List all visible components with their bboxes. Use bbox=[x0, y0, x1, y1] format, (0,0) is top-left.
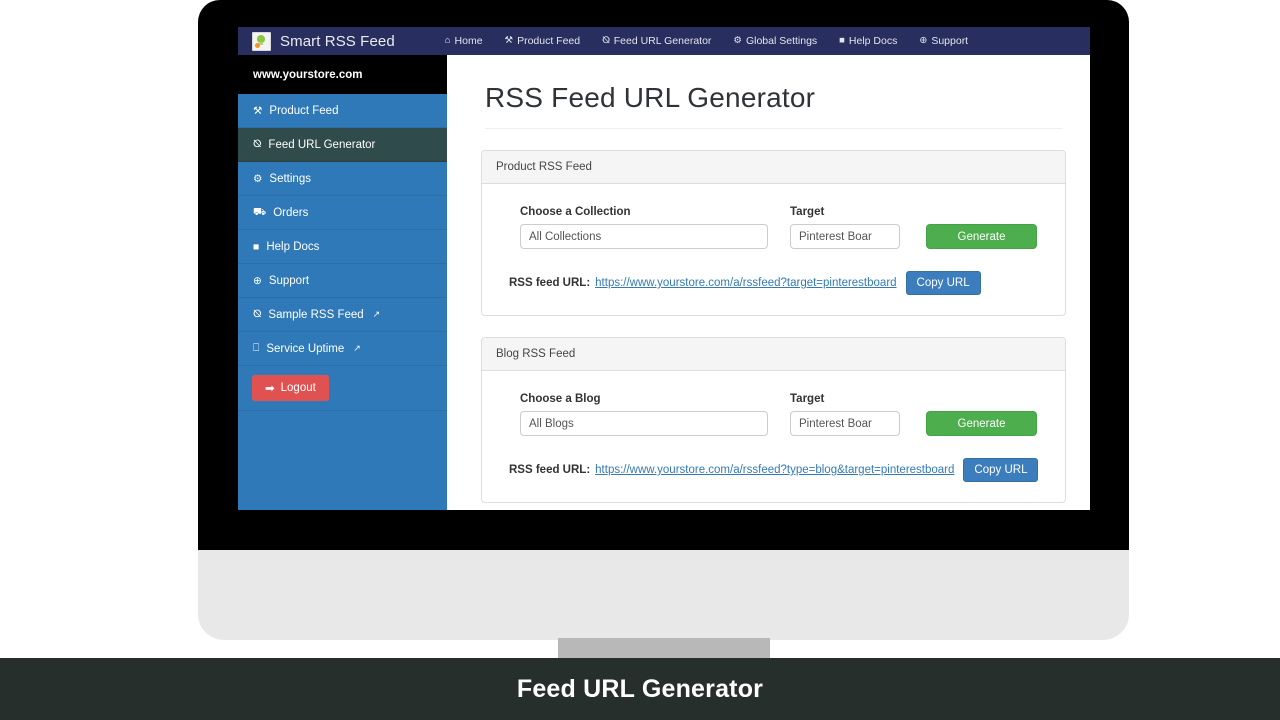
nav-link-product-feed[interactable]: ⚒ Product Feed bbox=[494, 35, 592, 47]
sidebar-item-orders[interactable]: ⛟ Orders bbox=[238, 196, 447, 230]
sidebar-item-label: Sample RSS Feed bbox=[268, 308, 364, 321]
nav-link-label: Support bbox=[931, 35, 969, 47]
main-content: RSS Feed URL Generator Product RSS Feed … bbox=[447, 55, 1090, 510]
gears-icon: ⚙ bbox=[253, 172, 263, 185]
sidebar-item-sample-rss-feed[interactable]: ⦰ Sample RSS Feed ↗ bbox=[238, 298, 447, 332]
wrench-icon: ⚒ bbox=[253, 104, 263, 117]
rss-icon: ⦰ bbox=[253, 138, 262, 150]
browser-viewport: Smart RSS Feed ⌂ Home ⚒ Product Feed ⦰ F… bbox=[238, 27, 1090, 510]
field-collection: Choose a Collection All Collections bbox=[520, 206, 768, 249]
page-title: RSS Feed URL Generator bbox=[485, 82, 816, 113]
sidebar-item-label: Settings bbox=[269, 172, 311, 185]
sidebar-item-help-docs[interactable]: ■ Help Docs bbox=[238, 230, 447, 264]
store-name: www.yourstore.com bbox=[253, 68, 363, 81]
sidebar-item-label: Product Feed bbox=[269, 104, 339, 117]
nav-link-feed-url-generator[interactable]: ⦰ Feed URL Generator bbox=[591, 35, 722, 47]
nav-link-global-settings[interactable]: ⚙ Global Settings bbox=[722, 35, 828, 47]
rss-feed-url-link[interactable]: https://www.yourstore.com/a/rssfeed?targ… bbox=[595, 277, 896, 289]
sidebar-item-service-uptime[interactable]: ⎕ Service Uptime ↗ bbox=[238, 332, 447, 366]
url-row: RSS feed URL: https://www.yourstore.com/… bbox=[482, 458, 1065, 482]
sidebar-item-label: Support bbox=[268, 274, 310, 287]
logout-label: Logout bbox=[280, 382, 316, 394]
nav-link-support[interactable]: ⊕ Support bbox=[908, 35, 979, 47]
sidebar-item-label: Help Docs bbox=[266, 240, 320, 253]
blog-select[interactable]: All Blogs bbox=[520, 411, 768, 436]
collection-label: Choose a Collection bbox=[520, 206, 631, 218]
rss-icon: ⦰ bbox=[602, 35, 610, 47]
monitor-stand bbox=[558, 638, 770, 660]
panel-heading: Blog RSS Feed bbox=[482, 338, 1065, 371]
monitor-base bbox=[198, 550, 1129, 640]
sidebar-item-label: Service Uptime bbox=[266, 342, 345, 355]
title-divider bbox=[485, 128, 1062, 129]
url-label: RSS feed URL: bbox=[509, 464, 591, 476]
lightbulb-logo-icon bbox=[252, 31, 271, 51]
brand[interactable]: Smart RSS Feed bbox=[252, 31, 395, 51]
lifering-icon: ⊕ bbox=[919, 35, 928, 47]
external-link-icon: ↗ bbox=[372, 309, 381, 319]
target-select[interactable]: Pinterest Boar bbox=[790, 224, 900, 249]
nav-link-home[interactable]: ⌂ Home bbox=[434, 35, 494, 47]
panel-heading: Product RSS Feed bbox=[482, 151, 1065, 184]
sidebar-item-settings[interactable]: ⚙ Settings bbox=[238, 162, 447, 196]
sidebar-item-label: Orders bbox=[273, 206, 309, 219]
generate-button[interactable]: Generate bbox=[926, 411, 1037, 436]
navbar-links: ⌂ Home ⚒ Product Feed ⦰ Feed URL Generat… bbox=[434, 35, 979, 47]
sidebar-logout-row: ➡ Logout bbox=[238, 366, 447, 411]
brand-title: Smart RSS Feed bbox=[280, 32, 395, 50]
panel-blog-rss-feed: Blog RSS Feed Choose a Blog All Blogs Ta… bbox=[481, 337, 1066, 503]
copy-url-button[interactable]: Copy URL bbox=[963, 458, 1039, 482]
sidebar-item-feed-url-generator[interactable]: ⦰ Feed URL Generator bbox=[238, 128, 447, 162]
form-row: Choose a Blog All Blogs Target Pinterest… bbox=[482, 393, 1065, 436]
form-row: Choose a Collection All Collections Targ… bbox=[482, 206, 1065, 249]
store-name-header: www.yourstore.com bbox=[238, 55, 447, 94]
caption-bar: Feed URL Generator bbox=[0, 658, 1280, 720]
screenshot-root: Smart RSS Feed ⌂ Home ⚒ Product Feed ⦰ F… bbox=[0, 0, 1280, 720]
lifering-icon: ⊕ bbox=[253, 274, 262, 287]
nav-link-label: Home bbox=[454, 35, 483, 47]
caption-text: Feed URL Generator bbox=[516, 674, 764, 703]
field-target: Target Pinterest Boar bbox=[790, 206, 900, 249]
target-label: Target bbox=[790, 206, 825, 218]
home-icon: ⌂ bbox=[444, 35, 451, 47]
rss-icon: ⦰ bbox=[253, 308, 262, 320]
gears-icon: ⚙ bbox=[733, 35, 742, 47]
panel-product-rss-feed: Product RSS Feed Choose a Collection All… bbox=[481, 150, 1066, 316]
url-label: RSS feed URL: bbox=[509, 277, 591, 289]
target-select[interactable]: Pinterest Boar bbox=[790, 411, 900, 436]
sidebar: www.yourstore.com ⚒ Product Feed ⦰ Feed … bbox=[238, 55, 447, 510]
copy-url-button[interactable]: Copy URL bbox=[905, 271, 981, 295]
field-blog: Choose a Blog All Blogs bbox=[520, 393, 768, 436]
generate-button[interactable]: Generate bbox=[926, 224, 1037, 249]
nav-link-help-docs[interactable]: ■ Help Docs bbox=[828, 35, 908, 47]
panel-body: Choose a Collection All Collections Targ… bbox=[482, 184, 1065, 315]
cart-icon: ⛟ bbox=[253, 205, 267, 218]
nav-link-label: Global Settings bbox=[745, 35, 818, 47]
collection-select[interactable]: All Collections bbox=[520, 224, 768, 249]
nav-link-label: Product Feed bbox=[517, 35, 581, 47]
field-target: Target Pinterest Boar bbox=[790, 393, 900, 436]
rss-feed-url-link[interactable]: https://www.yourstore.com/a/rssfeed?type… bbox=[595, 464, 954, 476]
url-row: RSS feed URL: https://www.yourstore.com/… bbox=[482, 271, 1065, 295]
sidebar-item-support[interactable]: ⊕ Support bbox=[238, 264, 447, 298]
nav-link-label: Feed URL Generator bbox=[613, 35, 712, 47]
wrench-icon: ⚒ bbox=[504, 35, 514, 47]
sidebar-item-product-feed[interactable]: ⚒ Product Feed bbox=[238, 94, 447, 128]
book-icon: ■ bbox=[839, 35, 845, 47]
logout-button[interactable]: ➡ Logout bbox=[252, 375, 329, 401]
monitor-icon: ⎕ bbox=[253, 342, 260, 354]
top-navbar: Smart RSS Feed ⌂ Home ⚒ Product Feed ⦰ F… bbox=[238, 27, 1090, 55]
sign-out-icon: ➡ bbox=[265, 383, 275, 395]
nav-link-label: Help Docs bbox=[848, 35, 898, 47]
blog-label: Choose a Blog bbox=[520, 393, 601, 405]
target-label: Target bbox=[790, 393, 825, 405]
external-link-icon: ↗ bbox=[353, 343, 361, 353]
sidebar-item-label: Feed URL Generator bbox=[268, 138, 376, 151]
panel-body: Choose a Blog All Blogs Target Pinterest… bbox=[482, 371, 1065, 502]
book-icon: ■ bbox=[253, 240, 260, 253]
